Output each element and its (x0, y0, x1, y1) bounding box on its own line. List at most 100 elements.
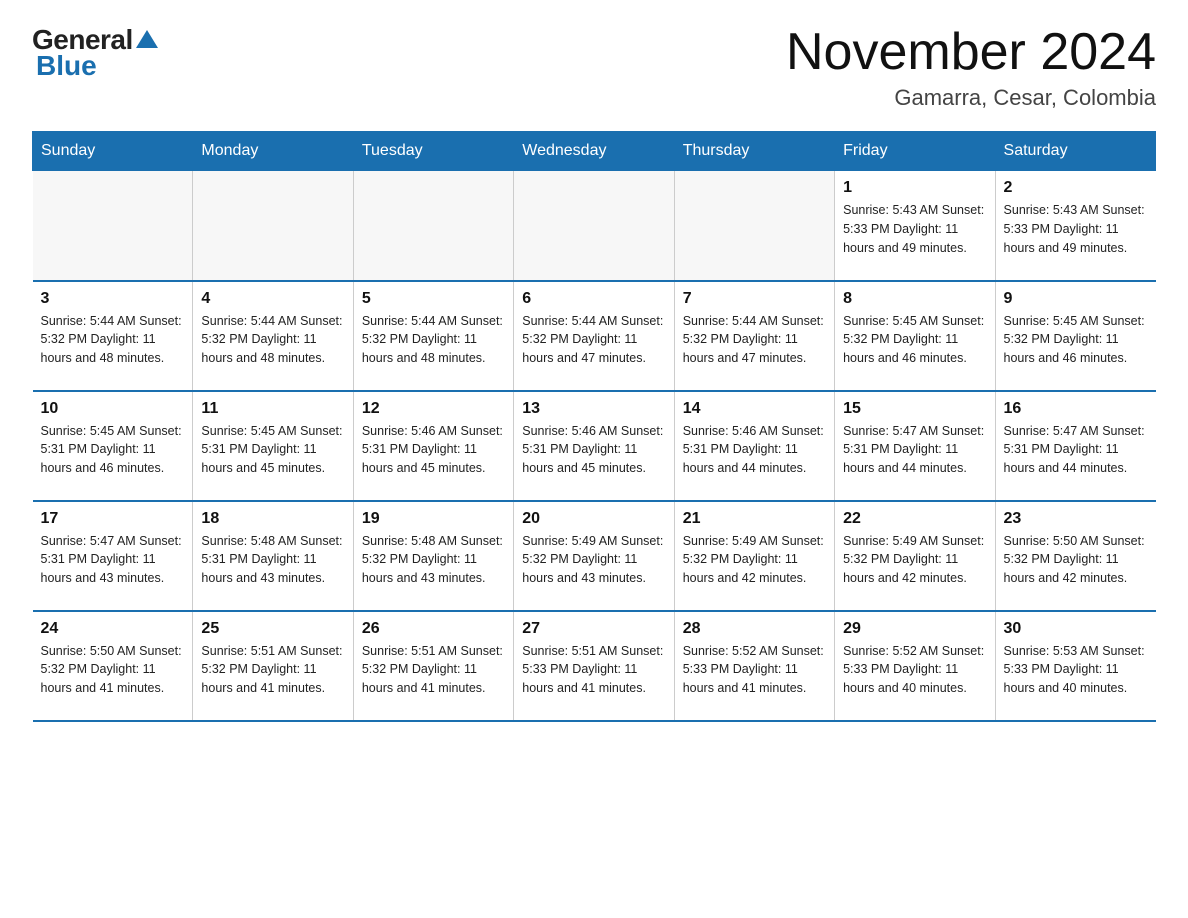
day-info: Sunrise: 5:45 AM Sunset: 5:32 PM Dayligh… (1004, 312, 1148, 368)
table-row: 30 Sunrise: 5:53 AM Sunset: 5:33 PM Dayli… (995, 611, 1155, 721)
day-info: Sunrise: 5:43 AM Sunset: 5:33 PM Dayligh… (843, 201, 986, 257)
day-info: Sunrise: 5:52 AM Sunset: 5:33 PM Dayligh… (683, 642, 826, 698)
day-number: 12 (362, 400, 505, 418)
table-row: 28 Sunrise: 5:52 AM Sunset: 5:33 PM Dayli… (674, 611, 834, 721)
table-row: 18 Sunrise: 5:48 AM Sunset: 5:31 PM Dayli… (193, 501, 353, 611)
day-info: Sunrise: 5:51 AM Sunset: 5:32 PM Dayligh… (201, 642, 344, 698)
table-row: 25 Sunrise: 5:51 AM Sunset: 5:32 PM Dayli… (193, 611, 353, 721)
day-info: Sunrise: 5:47 AM Sunset: 5:31 PM Dayligh… (843, 422, 986, 478)
day-number: 25 (201, 620, 344, 638)
day-info: Sunrise: 5:48 AM Sunset: 5:32 PM Dayligh… (362, 532, 505, 588)
day-info: Sunrise: 5:51 AM Sunset: 5:33 PM Dayligh… (522, 642, 665, 698)
table-row: 14 Sunrise: 5:46 AM Sunset: 5:31 PM Dayli… (674, 391, 834, 501)
day-number: 19 (362, 510, 505, 528)
table-row (514, 171, 674, 281)
table-row: 17Sunrise: 5:47 AM Sunset: 5:31 PM Dayli… (33, 501, 193, 611)
col-friday: Friday (835, 132, 995, 171)
calendar-header-row: Sunday Monday Tuesday Wednesday Thursday… (33, 132, 1156, 171)
col-wednesday: Wednesday (514, 132, 674, 171)
day-number: 5 (362, 290, 505, 308)
page-header: General Blue November 2024 Gamarra, Cesa… (32, 24, 1156, 111)
table-row (674, 171, 834, 281)
day-number: 26 (362, 620, 505, 638)
day-number: 6 (522, 290, 665, 308)
day-info: Sunrise: 5:52 AM Sunset: 5:33 PM Dayligh… (843, 642, 986, 698)
day-number: 23 (1004, 510, 1148, 528)
table-row: 24 Sunrise: 5:50 AM Sunset: 5:32 PM Dayli… (33, 611, 193, 721)
day-number: 9 (1004, 290, 1148, 308)
title-section: November 2024 Gamarra, Cesar, Colombia (786, 24, 1156, 111)
table-row: 26 Sunrise: 5:51 AM Sunset: 5:32 PM Dayli… (353, 611, 513, 721)
col-saturday: Saturday (995, 132, 1155, 171)
day-number: 13 (522, 400, 665, 418)
table-row: 19 Sunrise: 5:48 AM Sunset: 5:32 PM Dayli… (353, 501, 513, 611)
day-info: Sunrise: 5:44 AM Sunset: 5:32 PM Dayligh… (683, 312, 826, 368)
month-title: November 2024 (786, 24, 1156, 81)
logo: General Blue (32, 24, 158, 82)
day-info: Sunrise: 5:44 AM Sunset: 5:32 PM Dayligh… (362, 312, 505, 368)
table-row: 16Sunrise: 5:47 AM Sunset: 5:31 PM Dayli… (995, 391, 1155, 501)
day-number: 11 (201, 400, 344, 418)
table-row (193, 171, 353, 281)
table-row: 12Sunrise: 5:46 AM Sunset: 5:31 PM Dayli… (353, 391, 513, 501)
day-info: Sunrise: 5:46 AM Sunset: 5:31 PM Dayligh… (683, 422, 826, 478)
table-row: 5 Sunrise: 5:44 AM Sunset: 5:32 PM Daylig… (353, 281, 513, 391)
table-row: 13 Sunrise: 5:46 AM Sunset: 5:31 PM Dayli… (514, 391, 674, 501)
table-row: 8 Sunrise: 5:45 AM Sunset: 5:32 PM Daylig… (835, 281, 995, 391)
table-row: 27 Sunrise: 5:51 AM Sunset: 5:33 PM Dayli… (514, 611, 674, 721)
calendar-table: Sunday Monday Tuesday Wednesday Thursday… (32, 131, 1156, 722)
logo-triangle-icon (136, 28, 158, 50)
table-row: 15 Sunrise: 5:47 AM Sunset: 5:31 PM Dayli… (835, 391, 995, 501)
day-info: Sunrise: 5:44 AM Sunset: 5:32 PM Dayligh… (41, 312, 185, 368)
day-number: 18 (201, 510, 344, 528)
day-number: 24 (41, 620, 185, 638)
day-number: 16 (1004, 400, 1148, 418)
day-number: 27 (522, 620, 665, 638)
day-info: Sunrise: 5:51 AM Sunset: 5:32 PM Dayligh… (362, 642, 505, 698)
table-row: 23 Sunrise: 5:50 AM Sunset: 5:32 PM Dayli… (995, 501, 1155, 611)
day-info: Sunrise: 5:50 AM Sunset: 5:32 PM Dayligh… (1004, 532, 1148, 588)
day-number: 21 (683, 510, 826, 528)
day-info: Sunrise: 5:48 AM Sunset: 5:31 PM Dayligh… (201, 532, 344, 588)
day-info: Sunrise: 5:53 AM Sunset: 5:33 PM Dayligh… (1004, 642, 1148, 698)
day-number: 29 (843, 620, 986, 638)
table-row (33, 171, 193, 281)
table-row: 10Sunrise: 5:45 AM Sunset: 5:31 PM Dayli… (33, 391, 193, 501)
day-info: Sunrise: 5:43 AM Sunset: 5:33 PM Dayligh… (1004, 201, 1148, 257)
table-row (353, 171, 513, 281)
day-number: 8 (843, 290, 986, 308)
table-row: 20 Sunrise: 5:49 AM Sunset: 5:32 PM Dayli… (514, 501, 674, 611)
day-info: Sunrise: 5:45 AM Sunset: 5:32 PM Dayligh… (843, 312, 986, 368)
calendar-week-row: 24 Sunrise: 5:50 AM Sunset: 5:32 PM Dayli… (33, 611, 1156, 721)
day-number: 7 (683, 290, 826, 308)
day-number: 1 (843, 179, 986, 197)
day-number: 3 (41, 290, 185, 308)
day-number: 4 (201, 290, 344, 308)
day-info: Sunrise: 5:45 AM Sunset: 5:31 PM Dayligh… (41, 422, 185, 478)
logo-blue-text: Blue (36, 50, 97, 82)
table-row: 2 Sunrise: 5:43 AM Sunset: 5:33 PM Daylig… (995, 171, 1155, 281)
day-info: Sunrise: 5:49 AM Sunset: 5:32 PM Dayligh… (522, 532, 665, 588)
day-number: 28 (683, 620, 826, 638)
day-info: Sunrise: 5:44 AM Sunset: 5:32 PM Dayligh… (522, 312, 665, 368)
day-info: Sunrise: 5:44 AM Sunset: 5:32 PM Dayligh… (201, 312, 344, 368)
day-info: Sunrise: 5:46 AM Sunset: 5:31 PM Dayligh… (522, 422, 665, 478)
day-info: Sunrise: 5:50 AM Sunset: 5:32 PM Dayligh… (41, 642, 185, 698)
day-number: 30 (1004, 620, 1148, 638)
day-number: 15 (843, 400, 986, 418)
day-info: Sunrise: 5:49 AM Sunset: 5:32 PM Dayligh… (683, 532, 826, 588)
calendar-week-row: 3 Sunrise: 5:44 AM Sunset: 5:32 PM Daylig… (33, 281, 1156, 391)
table-row: 1 Sunrise: 5:43 AM Sunset: 5:33 PM Daylig… (835, 171, 995, 281)
table-row: 21 Sunrise: 5:49 AM Sunset: 5:32 PM Dayli… (674, 501, 834, 611)
day-number: 20 (522, 510, 665, 528)
day-number: 2 (1004, 179, 1148, 197)
calendar-week-row: 17Sunrise: 5:47 AM Sunset: 5:31 PM Dayli… (33, 501, 1156, 611)
table-row: 7 Sunrise: 5:44 AM Sunset: 5:32 PM Daylig… (674, 281, 834, 391)
table-row: 4 Sunrise: 5:44 AM Sunset: 5:32 PM Daylig… (193, 281, 353, 391)
table-row: 9 Sunrise: 5:45 AM Sunset: 5:32 PM Daylig… (995, 281, 1155, 391)
table-row: 29 Sunrise: 5:52 AM Sunset: 5:33 PM Dayli… (835, 611, 995, 721)
calendar-week-row: 1 Sunrise: 5:43 AM Sunset: 5:33 PM Daylig… (33, 171, 1156, 281)
day-number: 14 (683, 400, 826, 418)
col-monday: Monday (193, 132, 353, 171)
day-info: Sunrise: 5:49 AM Sunset: 5:32 PM Dayligh… (843, 532, 986, 588)
